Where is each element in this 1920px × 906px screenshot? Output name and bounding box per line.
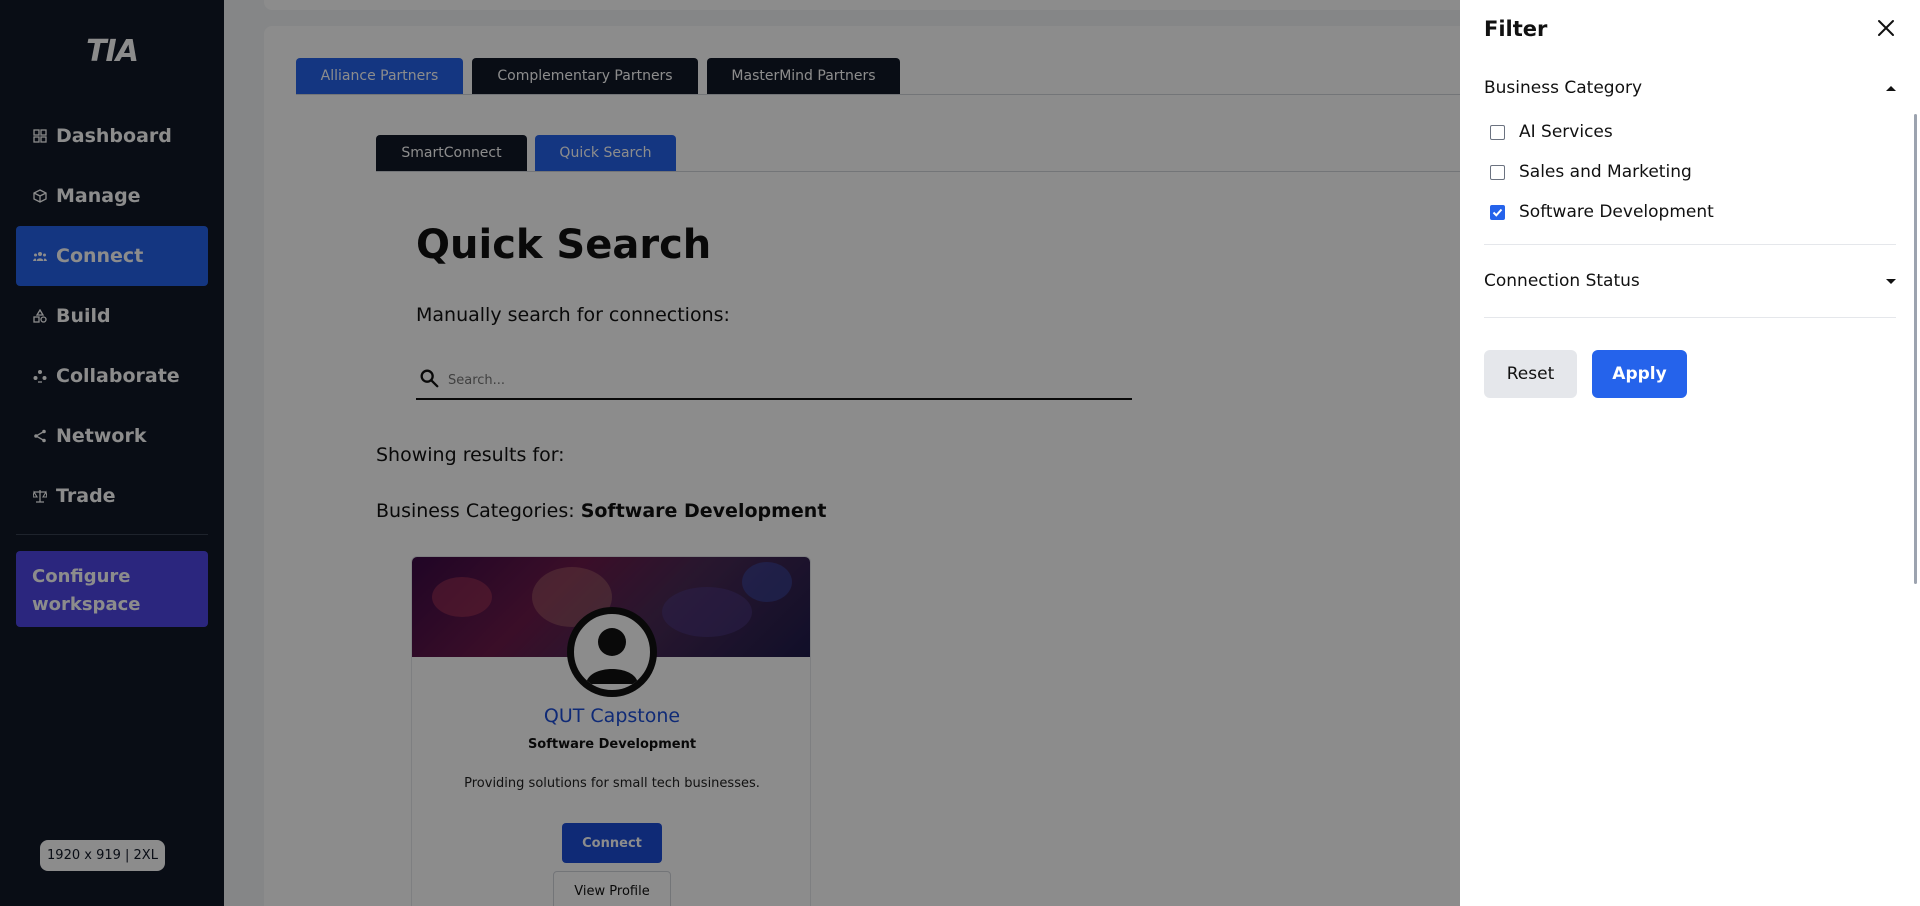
- apply-button[interactable]: Apply: [1592, 350, 1687, 398]
- business-category-label: Business Category: [1484, 78, 1643, 98]
- modal-backdrop[interactable]: [0, 0, 1460, 906]
- checkmark-icon: [1492, 208, 1503, 217]
- reset-button[interactable]: Reset: [1484, 350, 1577, 398]
- section-divider: [1484, 244, 1896, 245]
- checkbox-ai-services[interactable]: AI Services: [1490, 120, 1613, 144]
- checkbox[interactable]: [1490, 124, 1505, 140]
- connection-status-toggle[interactable]: Connection Status: [1484, 266, 1896, 296]
- filter-panel: Filter Business Category AI Services Sal…: [1460, 0, 1920, 906]
- close-icon: [1877, 19, 1895, 41]
- checkbox-sales-marketing[interactable]: Sales and Marketing: [1490, 160, 1692, 184]
- checkbox-software-development[interactable]: Software Development: [1490, 200, 1714, 224]
- checkbox[interactable]: [1490, 164, 1505, 180]
- business-category-toggle[interactable]: Business Category: [1484, 73, 1896, 103]
- checkbox-label: Sales and Marketing: [1519, 162, 1692, 182]
- connection-status-label: Connection Status: [1484, 271, 1640, 291]
- section-divider: [1484, 317, 1896, 318]
- checkbox-checked[interactable]: [1490, 204, 1505, 220]
- chevron-up-icon: [1886, 85, 1896, 91]
- filter-title: Filter: [1484, 17, 1548, 41]
- checkbox-label: Software Development: [1519, 202, 1714, 222]
- close-button[interactable]: [1873, 17, 1899, 43]
- scrollbar[interactable]: [1914, 114, 1917, 584]
- chevron-down-icon: [1886, 278, 1896, 284]
- checkbox-label: AI Services: [1519, 122, 1613, 142]
